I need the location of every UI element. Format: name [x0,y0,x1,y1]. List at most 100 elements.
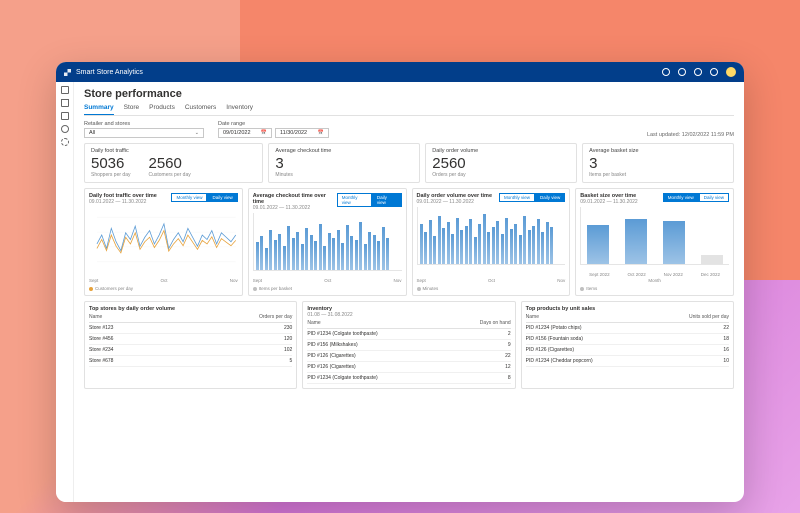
bar [386,238,389,270]
table-body: PID #1234 (Potato chips)22PID #156 (Foun… [526,323,729,367]
bar [438,216,441,264]
table-row[interactable]: PID #126 (Cigarettes)22 [307,351,510,362]
search-icon[interactable] [662,68,670,76]
chart-foot-traffic: Daily foot traffic over time 09.01.2022 … [84,188,243,296]
bar [355,240,358,270]
bar-chart [253,213,402,271]
view-toggle[interactable]: Monthly viewDaily view [499,193,565,202]
app-launcher-icon[interactable] [64,69,71,76]
bar [341,243,344,270]
chevron-down-icon: ⌄ [195,130,199,136]
avatar[interactable] [726,67,736,77]
retailer-filter-label: Retailer and stores [84,121,204,127]
bar [523,216,526,264]
chart-basket-size: Basket size over time09.01.2022 — 11.30.… [575,188,734,296]
titlebar: Smart Store Analytics [56,62,744,82]
bar [701,255,723,264]
table-row[interactable]: Store #123230 [89,323,292,334]
bar [492,227,495,264]
app-window: Smart Store Analytics Store performance … [56,62,744,502]
app-title: Smart Store Analytics [76,69,143,76]
bar [456,218,459,264]
last-updated: Last updated: 12/02/2022 11:59 PM [647,132,734,138]
help-icon[interactable] [710,68,718,76]
view-toggle[interactable]: Monthly viewDaily view [663,193,729,202]
retailer-dropdown[interactable]: All ⌄ [84,128,204,138]
home-icon[interactable] [61,99,69,107]
kpi-order-volume: Daily order volume 2560 Orders per day [425,143,577,183]
table-row[interactable]: PID #126 (Cigarettes)16 [526,345,729,356]
table-row[interactable]: Store #6785 [89,356,292,367]
bar [537,219,540,264]
table-row[interactable]: PID #156 (Milkshakes)9 [307,340,510,351]
bar [447,222,450,264]
kpi-value: 2560 [148,156,190,171]
tab-customers[interactable]: Customers [185,104,216,115]
table-top-stores: Top stores by daily order volume NameOrd… [84,301,297,389]
table-row[interactable]: PID #1234 (Colgate toothpaste)2 [307,329,510,340]
bar [305,228,308,270]
table-inventory: Inventory 01.08 — 31.08.2022 NameDays on… [302,301,515,389]
main-content: Store performance Summary Store Products… [74,82,744,502]
legend-dot-icon [580,287,584,291]
bar [359,222,362,270]
date-filter-label: Date range [218,121,329,127]
bar [292,238,295,270]
menu-icon[interactable] [61,86,69,94]
bar [442,228,445,264]
bar [465,226,468,264]
bar [328,233,331,270]
page-title: Store performance [84,88,734,100]
table-row[interactable]: Store #456120 [89,334,292,345]
notifications-icon[interactable] [678,68,686,76]
gear-icon[interactable] [61,138,69,146]
kpi-checkout-time: Average checkout time 3 Minutes [268,143,420,183]
bar [528,230,531,264]
bar [505,218,508,264]
bar [487,232,490,264]
table-row[interactable]: PID #1234 (Cheddar popcorn)10 [526,356,729,367]
tab-products[interactable]: Products [149,104,175,115]
bar [663,221,685,264]
table-row[interactable]: PID #156 (Fountain soda)18 [526,334,729,345]
view-toggle[interactable]: Monthly viewDaily view [337,193,402,207]
chart-checkout-time: Average checkout time over time09.01.202… [248,188,407,296]
tab-inventory[interactable]: Inventory [226,104,253,115]
insights-icon[interactable] [61,125,69,133]
bar [510,229,513,264]
bar [546,222,549,264]
bar [514,224,517,264]
bar [278,234,281,270]
kpi-value: 3 [275,156,413,171]
date-to-input[interactable]: 11/30/2022 📅 [275,128,329,138]
table-row[interactable]: PID #1234 (Colgate toothpaste)8 [307,373,510,384]
table-row[interactable]: PID #1234 (Potato chips)22 [526,323,729,334]
view-toggle[interactable]: Monthly view Daily view [171,193,237,202]
chart-order-volume: Daily order volume over time09.01.2022 —… [412,188,571,296]
pin-icon[interactable] [61,112,69,120]
tables-row: Top stores by daily order volume NameOrd… [84,301,734,389]
bar [474,237,477,264]
legend-dot-icon [89,287,93,291]
date-from-input[interactable]: 09/01/2022 📅 [218,128,272,138]
table-row[interactable]: PID #126 (Cigarettes)12 [307,362,510,373]
bar [310,235,313,270]
settings-icon[interactable] [694,68,702,76]
bar [382,227,385,270]
bar [501,234,504,264]
bar [460,230,463,264]
bar [550,227,553,264]
tab-store[interactable]: Store [124,104,140,115]
bar [541,232,544,264]
bar-chart [580,207,729,265]
bar [301,244,304,270]
tab-summary[interactable]: Summary [84,104,114,115]
bar [283,246,286,270]
bar [346,225,349,270]
bar [433,236,436,264]
bar [469,219,472,264]
table-row[interactable]: Store #234102 [89,345,292,356]
tabs: Summary Store Products Customers Invento… [84,104,734,116]
kpi-row: Daily foot traffic 5036 Shoppers per day… [84,143,734,183]
bar [319,224,322,270]
